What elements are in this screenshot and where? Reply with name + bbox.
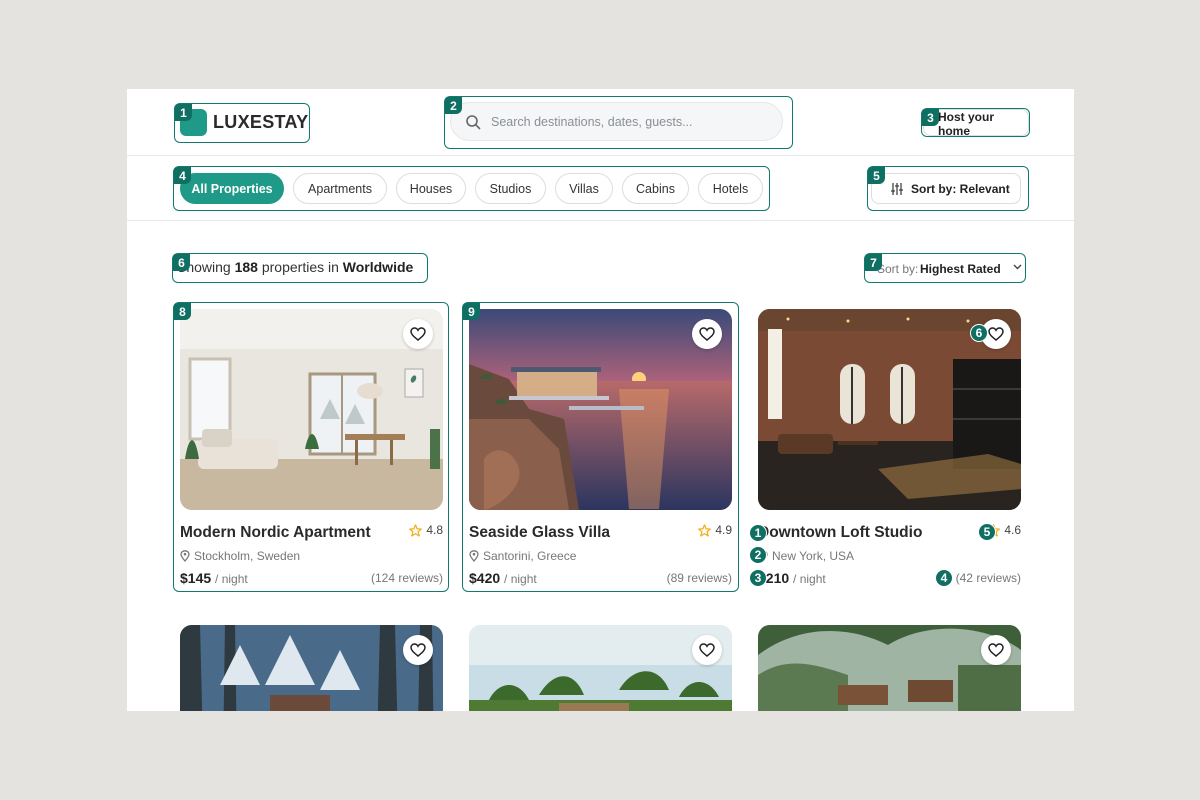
marker-1: 1 bbox=[749, 524, 767, 542]
listing-reviews[interactable]: (42 reviews) bbox=[956, 571, 1021, 585]
listing-location: New York, USA bbox=[758, 549, 854, 563]
annotation-box-2: 2 bbox=[444, 96, 793, 149]
annotation-box-6: 6 bbox=[172, 253, 428, 283]
marker-6: 6 bbox=[970, 324, 988, 342]
heart-icon bbox=[699, 643, 715, 657]
annotation-number: 5 bbox=[868, 167, 885, 184]
annotation-box-8: 8 bbox=[173, 302, 449, 592]
annotation-number: 2 bbox=[445, 97, 462, 114]
annotation-number: 4 bbox=[174, 167, 191, 184]
annotation-box-5: 5 bbox=[867, 166, 1029, 211]
annotation-number: 3 bbox=[922, 109, 939, 126]
listing-image[interactable] bbox=[180, 625, 443, 711]
listing-image[interactable] bbox=[758, 625, 1021, 711]
annotation-box-7: 7 bbox=[864, 253, 1026, 283]
annotation-box-9: 9 bbox=[462, 302, 739, 592]
rating-value: 4.6 bbox=[1004, 523, 1021, 537]
listing-price: $210 / night bbox=[758, 570, 826, 586]
favorite-button[interactable] bbox=[403, 635, 433, 665]
favorite-button[interactable] bbox=[981, 635, 1011, 665]
listing-title[interactable]: Downtown Loft Studio bbox=[758, 524, 922, 542]
annotation-number: 1 bbox=[175, 104, 192, 121]
heart-icon bbox=[410, 643, 426, 657]
annotation-box-3: 3 bbox=[921, 108, 1030, 137]
favorite-button[interactable] bbox=[692, 635, 722, 665]
listing-card[interactable] bbox=[469, 625, 732, 711]
annotation-box-1: 1 bbox=[174, 103, 310, 143]
annotation-number: 6 bbox=[173, 254, 190, 271]
annotation-number: 8 bbox=[174, 303, 191, 320]
location-text: New York, USA bbox=[772, 549, 855, 563]
marker-2: 2 bbox=[749, 546, 767, 564]
marker-3: 3 bbox=[749, 569, 767, 587]
page: LUXESTAY Host your home All Properties A… bbox=[127, 89, 1074, 711]
heart-icon bbox=[988, 327, 1004, 341]
listing-card[interactable] bbox=[180, 625, 443, 711]
listing-image[interactable] bbox=[469, 625, 732, 711]
marker-4: 4 bbox=[935, 569, 953, 587]
marker-5: 5 bbox=[978, 523, 996, 541]
price-unit: / night bbox=[793, 572, 826, 586]
annotation-number: 9 bbox=[463, 303, 480, 320]
heart-icon bbox=[988, 643, 1004, 657]
listing-card[interactable] bbox=[758, 625, 1021, 711]
annotation-number: 7 bbox=[865, 254, 882, 271]
annotation-box-4: 4 bbox=[173, 166, 770, 211]
